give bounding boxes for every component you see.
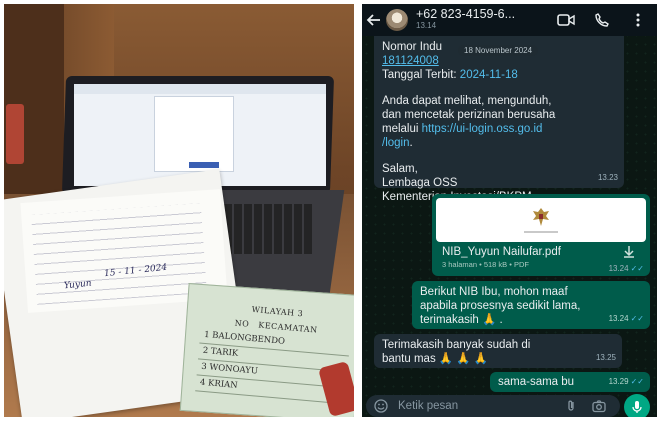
menu-dots-icon[interactable] xyxy=(629,11,647,29)
message-line: dan mencetak perizinan berusaha xyxy=(382,109,556,121)
attach-icon[interactable] xyxy=(564,399,578,413)
camera-icon[interactable] xyxy=(592,399,606,413)
message-time: 13.25 xyxy=(595,353,616,362)
message-time: 13.24 ✓✓ xyxy=(609,312,644,326)
document-name: NIB_Yuyun Nailufar.pdf xyxy=(442,246,561,258)
message-line: bantu mas 🙏 🙏 🙏 xyxy=(382,353,489,365)
nomor-label: Nomor Indu xyxy=(382,41,443,53)
chat-header: +62 823-4159-6... 13.14 xyxy=(362,4,657,36)
table-no-label: NO xyxy=(234,318,250,329)
header-actions xyxy=(557,11,647,29)
row-name: WONOAYU xyxy=(209,362,259,377)
row-number: 3 xyxy=(200,361,208,373)
row-name: TARIK xyxy=(210,346,239,359)
tanggal-value[interactable]: 2024-11-18 xyxy=(460,69,518,81)
row-name: BALONGBENDO xyxy=(211,330,286,347)
contact-info[interactable]: +62 823-4159-6... 13.14 xyxy=(416,8,515,32)
row-name: KRIAN xyxy=(207,378,239,391)
time-text: 13.29 xyxy=(608,377,629,386)
video-call-icon[interactable] xyxy=(557,11,575,29)
back-arrow-icon[interactable] xyxy=(366,12,382,28)
laptop-display-topbar xyxy=(74,84,326,94)
read-ticks-icon: ✓✓ xyxy=(630,377,644,386)
outgoing-message[interactable]: sama-sama bu 13.29 ✓✓ xyxy=(490,372,650,392)
message-line: Lembaga OSS xyxy=(382,177,458,189)
message-line: Terimakasih banyak sudah di xyxy=(382,339,531,351)
screenshot-frame: 15 - 11 - 2024 Yuyun WILAYAH 3 NO KECAMA… xyxy=(0,0,661,421)
body-text: . xyxy=(409,137,413,149)
row-number: 2 xyxy=(202,345,209,357)
read-ticks-icon: ✓✓ xyxy=(630,314,644,323)
phone-icon[interactable] xyxy=(593,11,611,29)
document-message[interactable]: NIB_Yuyun Nailufar.pdf 3 halaman • 518 k… xyxy=(432,194,650,276)
incoming-message[interactable]: Terimakasih banyak sudah di bantu mas 🙏 … xyxy=(374,334,622,368)
body-text: melalui xyxy=(382,123,422,135)
outgoing-message[interactable]: Berikut NIB Ibu, mohon maaf apabila pros… xyxy=(412,281,650,329)
mic-icon xyxy=(632,401,642,413)
mic-button[interactable] xyxy=(624,394,650,417)
row-number: 4 xyxy=(199,377,206,389)
laptop-display-button xyxy=(189,162,219,168)
message-input[interactable]: Ketik pesan xyxy=(398,400,564,412)
message-line: 181124008 xyxy=(382,54,616,68)
nomor-value[interactable]: 181124008 xyxy=(382,55,439,67)
avatar[interactable] xyxy=(386,9,408,31)
whatsapp-chat: +62 823-4159-6... 13.14 Nomor Indu 18112… xyxy=(362,4,657,417)
garuda-emblem-icon xyxy=(533,208,549,226)
message-line: Anda dapat melihat, mengunduh, xyxy=(382,95,552,107)
emoji-icon[interactable] xyxy=(374,399,388,413)
read-ticks-icon: ✓✓ xyxy=(630,264,644,273)
message-time: 13.23 xyxy=(597,173,618,182)
oss-link-cont[interactable]: /login xyxy=(382,137,410,149)
tanggal-label: Tanggal Terbit: xyxy=(382,69,460,81)
message-line: Salam, xyxy=(382,163,418,175)
time-text: 13.24 xyxy=(608,314,629,323)
contact-name: +62 823-4159-6... xyxy=(416,7,516,21)
message-line: apabila prosesnya sedikit lama, xyxy=(420,300,581,312)
date-chip: 18 November 2024 xyxy=(458,45,539,56)
message-line: Tanggal Terbit: 2024-11-18 xyxy=(382,68,616,82)
time-text: 13.24 xyxy=(608,264,629,273)
laptop-display-form xyxy=(154,96,234,172)
thumbnail-text-line xyxy=(524,231,558,233)
document-thumbnail[interactable] xyxy=(436,198,646,242)
message-time: 13.24 ✓✓ xyxy=(609,264,644,273)
photo-laptop-documents: 15 - 11 - 2024 Yuyun WILAYAH 3 NO KECAMA… xyxy=(4,4,354,417)
message-line: /login. xyxy=(382,136,616,150)
contact-status: 13.14 xyxy=(416,21,437,30)
row-number: 1 xyxy=(203,329,210,341)
message-time: 13.29 ✓✓ xyxy=(609,375,644,389)
message-line: Berikut NIB Ibu, mohon maaf xyxy=(420,286,568,298)
oss-link[interactable]: https://ui-login.oss.go.id xyxy=(422,123,543,135)
photo-bottle xyxy=(6,104,24,164)
message-line: melalui https://ui-login.oss.go.id xyxy=(382,122,616,136)
message-composer: Ketik pesan xyxy=(366,395,620,417)
document-meta: 3 halaman • 518 kB • PDF xyxy=(442,260,529,269)
download-icon[interactable] xyxy=(622,245,636,259)
paper-handwriting xyxy=(31,203,207,305)
